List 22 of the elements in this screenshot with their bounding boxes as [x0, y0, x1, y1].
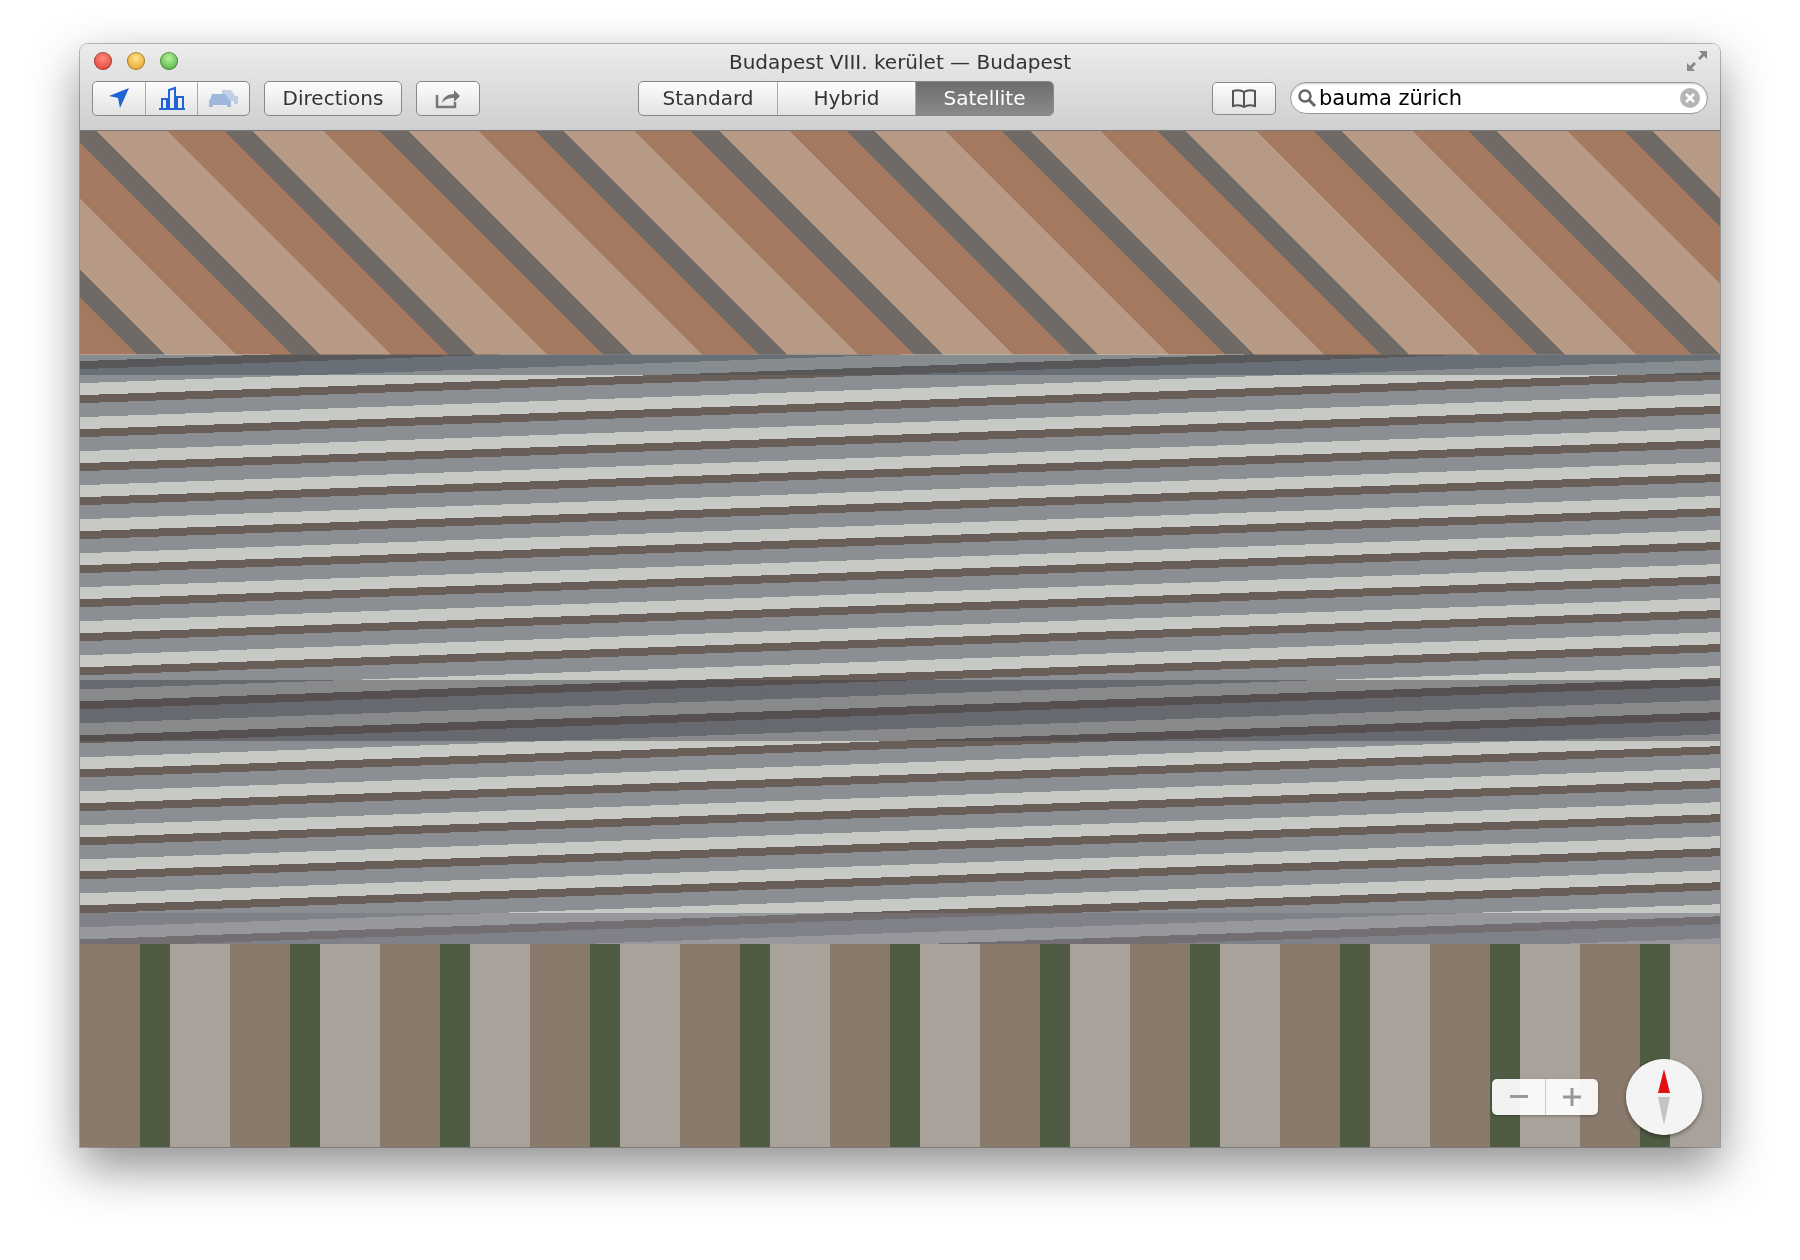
cars-icon	[206, 87, 241, 109]
buildings-icon	[157, 86, 186, 110]
bookmarks-button[interactable]	[1212, 81, 1276, 115]
minimize-button[interactable]	[127, 52, 145, 70]
book-icon	[1231, 88, 1257, 108]
location-arrow-icon	[108, 87, 130, 109]
window-title: Budapest VIII. kerület — Budapest	[728, 50, 1072, 74]
share-icon	[435, 87, 461, 109]
directions-button[interactable]: Directions	[264, 80, 402, 116]
search-input[interactable]: bauma zürich	[1319, 86, 1677, 110]
close-button[interactable]	[94, 52, 112, 70]
share-button[interactable]	[416, 80, 480, 116]
map-mode-tab[interactable]: Standard	[639, 81, 777, 115]
minus-icon	[1509, 1095, 1528, 1099]
search-icon	[1297, 88, 1317, 108]
compass-button[interactable]	[1626, 1059, 1702, 1135]
satellite-map-placeholder[interactable]	[80, 131, 1720, 1147]
plus-icon	[1563, 1088, 1581, 1106]
zoom-button[interactable]	[160, 52, 178, 70]
search-field[interactable]: bauma zürich	[1290, 82, 1708, 114]
fullscreen-icon[interactable]	[1686, 50, 1708, 72]
map-mode-tab[interactable]: Satellite	[915, 81, 1053, 115]
